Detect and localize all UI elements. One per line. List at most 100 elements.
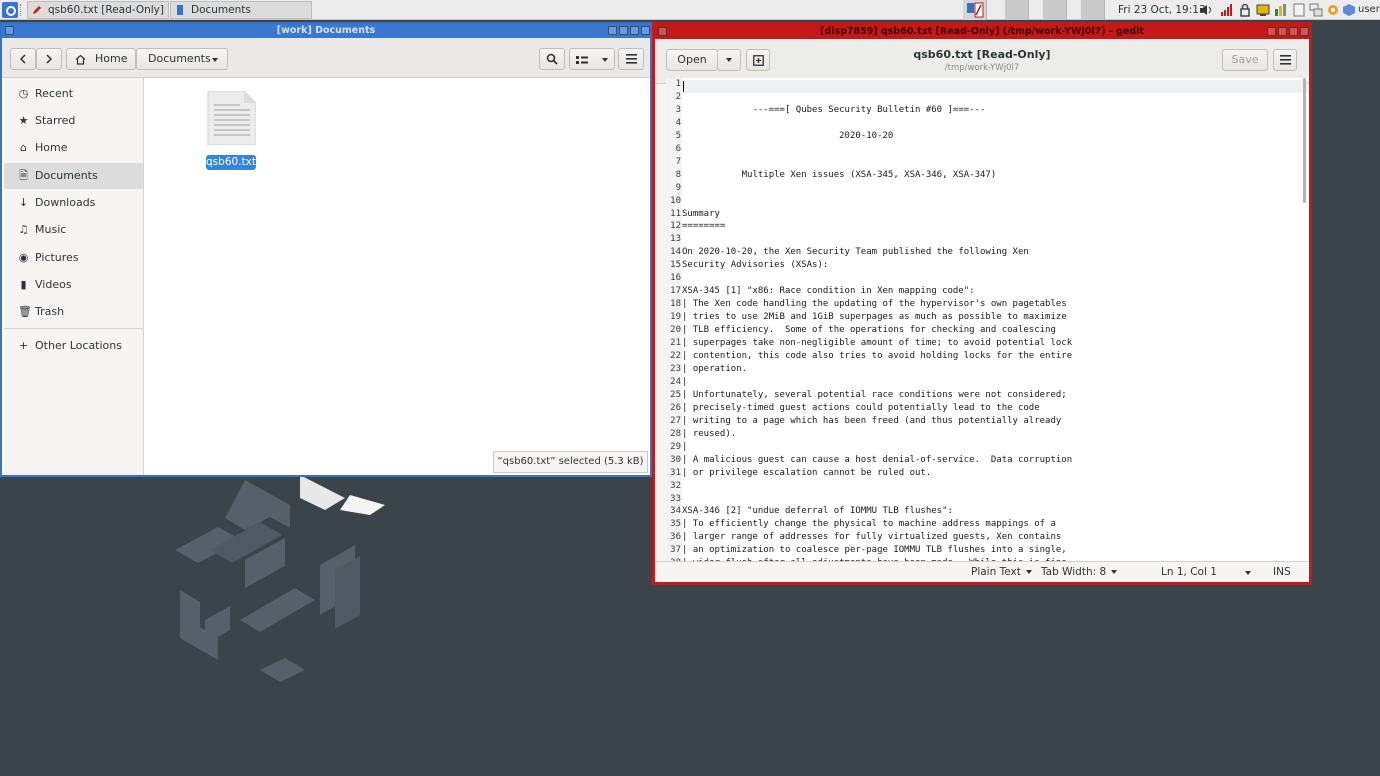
workspace-2[interactable]: [1005, 0, 1029, 20]
text-line[interactable]: 6: [666, 143, 1072, 156]
save-button[interactable]: Save: [1222, 49, 1268, 71]
disk-usage-icon[interactable]: [1274, 3, 1288, 17]
text-line[interactable]: 36| larger range of addresses for fully …: [666, 531, 1072, 544]
volume-icon[interactable]: [1199, 3, 1213, 17]
workspace-1[interactable]: [963, 0, 987, 20]
clock[interactable]: Fri 23 Oct, 19:13: [1118, 0, 1206, 20]
tab-width-selector[interactable]: Tab Width: 8: [1041, 562, 1118, 583]
text-line[interactable]: 29|: [666, 441, 1072, 454]
text-line[interactable]: 28| reused).: [666, 428, 1072, 441]
text-line[interactable]: 24|: [666, 376, 1072, 389]
close-button[interactable]: [641, 26, 650, 35]
qubes-menu-icon[interactable]: [2, 2, 18, 18]
sidebar-item-videos[interactable]: ▮ Videos: [4, 272, 143, 298]
text-line[interactable]: 8 Multiple Xen issues (XSA-345, XSA-346,…: [666, 169, 1072, 182]
path-documents-button[interactable]: Documents: [136, 48, 228, 70]
clipboard-icon[interactable]: [1292, 3, 1306, 17]
text-line[interactable]: 34XSA-346 [2] "undue deferral of IOMMU T…: [666, 505, 1072, 518]
sidebar-item-music[interactable]: ♫ Music: [4, 217, 143, 243]
qubes-domains-icon[interactable]: [1342, 3, 1356, 17]
vertical-scrollbar[interactable]: [1303, 78, 1306, 203]
file-name-label[interactable]: qsb60.txt: [206, 155, 256, 170]
text-line[interactable]: 25| Unfortunately, several potential rac…: [666, 389, 1072, 402]
window-menu-icon[interactable]: [5, 26, 14, 35]
sidebar-item-label: Trash: [35, 305, 65, 318]
network-signal-icon[interactable]: [1220, 3, 1234, 17]
insert-mode-indicator[interactable]: INS: [1273, 562, 1291, 583]
window-menu-icon[interactable]: [658, 27, 667, 36]
line-number: 11: [670, 208, 681, 219]
path-home-button[interactable]: Home: [66, 48, 136, 70]
text-line[interactable]: 37| an optimization to coalesce per-page…: [666, 544, 1072, 557]
text-line[interactable]: 3 ---===[ Qubes Security Bulletin #60 ]=…: [666, 104, 1072, 117]
gedit-menu-button[interactable]: [1273, 49, 1297, 71]
text-line[interactable]: 23| operation.: [666, 363, 1072, 376]
maximize-button[interactable]: [1289, 27, 1298, 36]
text-line[interactable]: 22| contention, this code also tries to …: [666, 350, 1072, 363]
sidebar-item-label: Videos: [35, 278, 72, 291]
cursor-position-selector[interactable]: Ln 1, Col 1: [1161, 562, 1251, 583]
updates-gear-icon[interactable]: [1326, 3, 1340, 17]
sidebar-item-home[interactable]: ⌂ Home: [4, 135, 143, 161]
text-line[interactable]: 33: [666, 493, 1072, 506]
gedit-titlebar[interactable]: [disp7859] qsb60.txt [Read-Only] (/tmp/w…: [655, 25, 1309, 39]
sidebar-item-recent[interactable]: ◷ Recent: [4, 81, 143, 107]
sidebar-item-pictures[interactable]: ◉ Pictures: [4, 245, 143, 271]
files-titlebar[interactable]: [work] Documents: [2, 24, 650, 38]
workspace-3[interactable]: [1043, 0, 1067, 20]
text-line[interactable]: 35| To efficiently change the physical t…: [666, 518, 1072, 531]
text-line[interactable]: 31| or privilege escalation cannot be ru…: [666, 467, 1072, 480]
text-line[interactable]: 21| superpages take non-negligible amoun…: [666, 337, 1072, 350]
text-line[interactable]: 11Summary: [666, 208, 1072, 221]
text-line[interactable]: 27| writing to a page which has been fre…: [666, 415, 1072, 428]
text-line[interactable]: 15Security Advisories (XSAs):: [666, 259, 1072, 272]
text-editor[interactable]: 123 ---===[ Qubes Security Bulletin #60 …: [666, 78, 1308, 563]
sidebar-item-downloads[interactable]: ↓ Downloads: [4, 190, 143, 216]
text-line[interactable]: 14On 2020-10-20, the Xen Security Team p…: [666, 246, 1072, 259]
back-button[interactable]: [10, 48, 36, 70]
text-line[interactable]: 10: [666, 195, 1072, 208]
shade-button[interactable]: [608, 26, 617, 35]
minimize-button[interactable]: [619, 26, 628, 35]
workspace-4[interactable]: [1081, 0, 1105, 20]
text-line[interactable]: 19| tries to use 2MiB and 1GiB superpage…: [666, 311, 1072, 324]
text-content[interactable]: 123 ---===[ Qubes Security Bulletin #60 …: [666, 78, 1072, 563]
text-line[interactable]: 4: [666, 117, 1072, 130]
text-line[interactable]: 26| precisely-timed guest actions could …: [666, 402, 1072, 415]
text-line[interactable]: 13: [666, 233, 1072, 246]
line-number: 10: [670, 195, 681, 206]
text-line[interactable]: 16: [666, 272, 1072, 285]
forward-button[interactable]: [36, 48, 62, 70]
text-line[interactable]: 30| A malicious guest can cause a host d…: [666, 454, 1072, 467]
sidebar-item-documents[interactable]: 🗎 Documents: [4, 163, 143, 189]
language-selector[interactable]: Plain Text: [971, 562, 1032, 583]
text-line[interactable]: 5 2020-10-20: [666, 130, 1072, 143]
text-line[interactable]: 17XSA-345 [1] "x86: Race condition in Xe…: [666, 285, 1072, 298]
minimize-button[interactable]: [1278, 27, 1287, 36]
task-gedit[interactable]: qsb60.txt [Read-Only] (/...: [27, 1, 169, 19]
maximize-button[interactable]: [630, 26, 639, 35]
text-line[interactable]: 32: [666, 480, 1072, 493]
devices-icon[interactable]: [1256, 3, 1270, 17]
text-line[interactable]: 9: [666, 182, 1072, 195]
text-line[interactable]: 2: [666, 91, 1072, 104]
text-line[interactable]: 18| The Xen code handling the updating o…: [666, 298, 1072, 311]
sidebar-item-trash[interactable]: 🗑 Trash: [4, 299, 143, 325]
text-file-icon[interactable]: [206, 91, 256, 145]
shade-button[interactable]: [1267, 27, 1276, 36]
close-button[interactable]: [1300, 27, 1309, 36]
view-options-button[interactable]: [569, 48, 615, 70]
task-documents[interactable]: Documents: [170, 1, 312, 19]
text-line[interactable]: 1: [666, 78, 1072, 91]
user-label[interactable]: user: [1358, 0, 1380, 20]
text-line[interactable]: 12========: [666, 220, 1072, 233]
text-line[interactable]: 20| TLB efficiency. Some of the operatio…: [666, 324, 1072, 337]
search-button[interactable]: [539, 48, 565, 70]
sidebar-item-other-locations[interactable]: + Other Locations: [4, 333, 143, 359]
line-number: 12: [670, 221, 681, 232]
sidebar-item-starred[interactable]: ★ Starred: [4, 108, 143, 134]
lock-icon[interactable]: [1238, 3, 1252, 17]
windows-icon[interactable]: [1309, 3, 1323, 17]
text-line[interactable]: 7: [666, 156, 1072, 169]
menu-button[interactable]: [618, 48, 644, 70]
